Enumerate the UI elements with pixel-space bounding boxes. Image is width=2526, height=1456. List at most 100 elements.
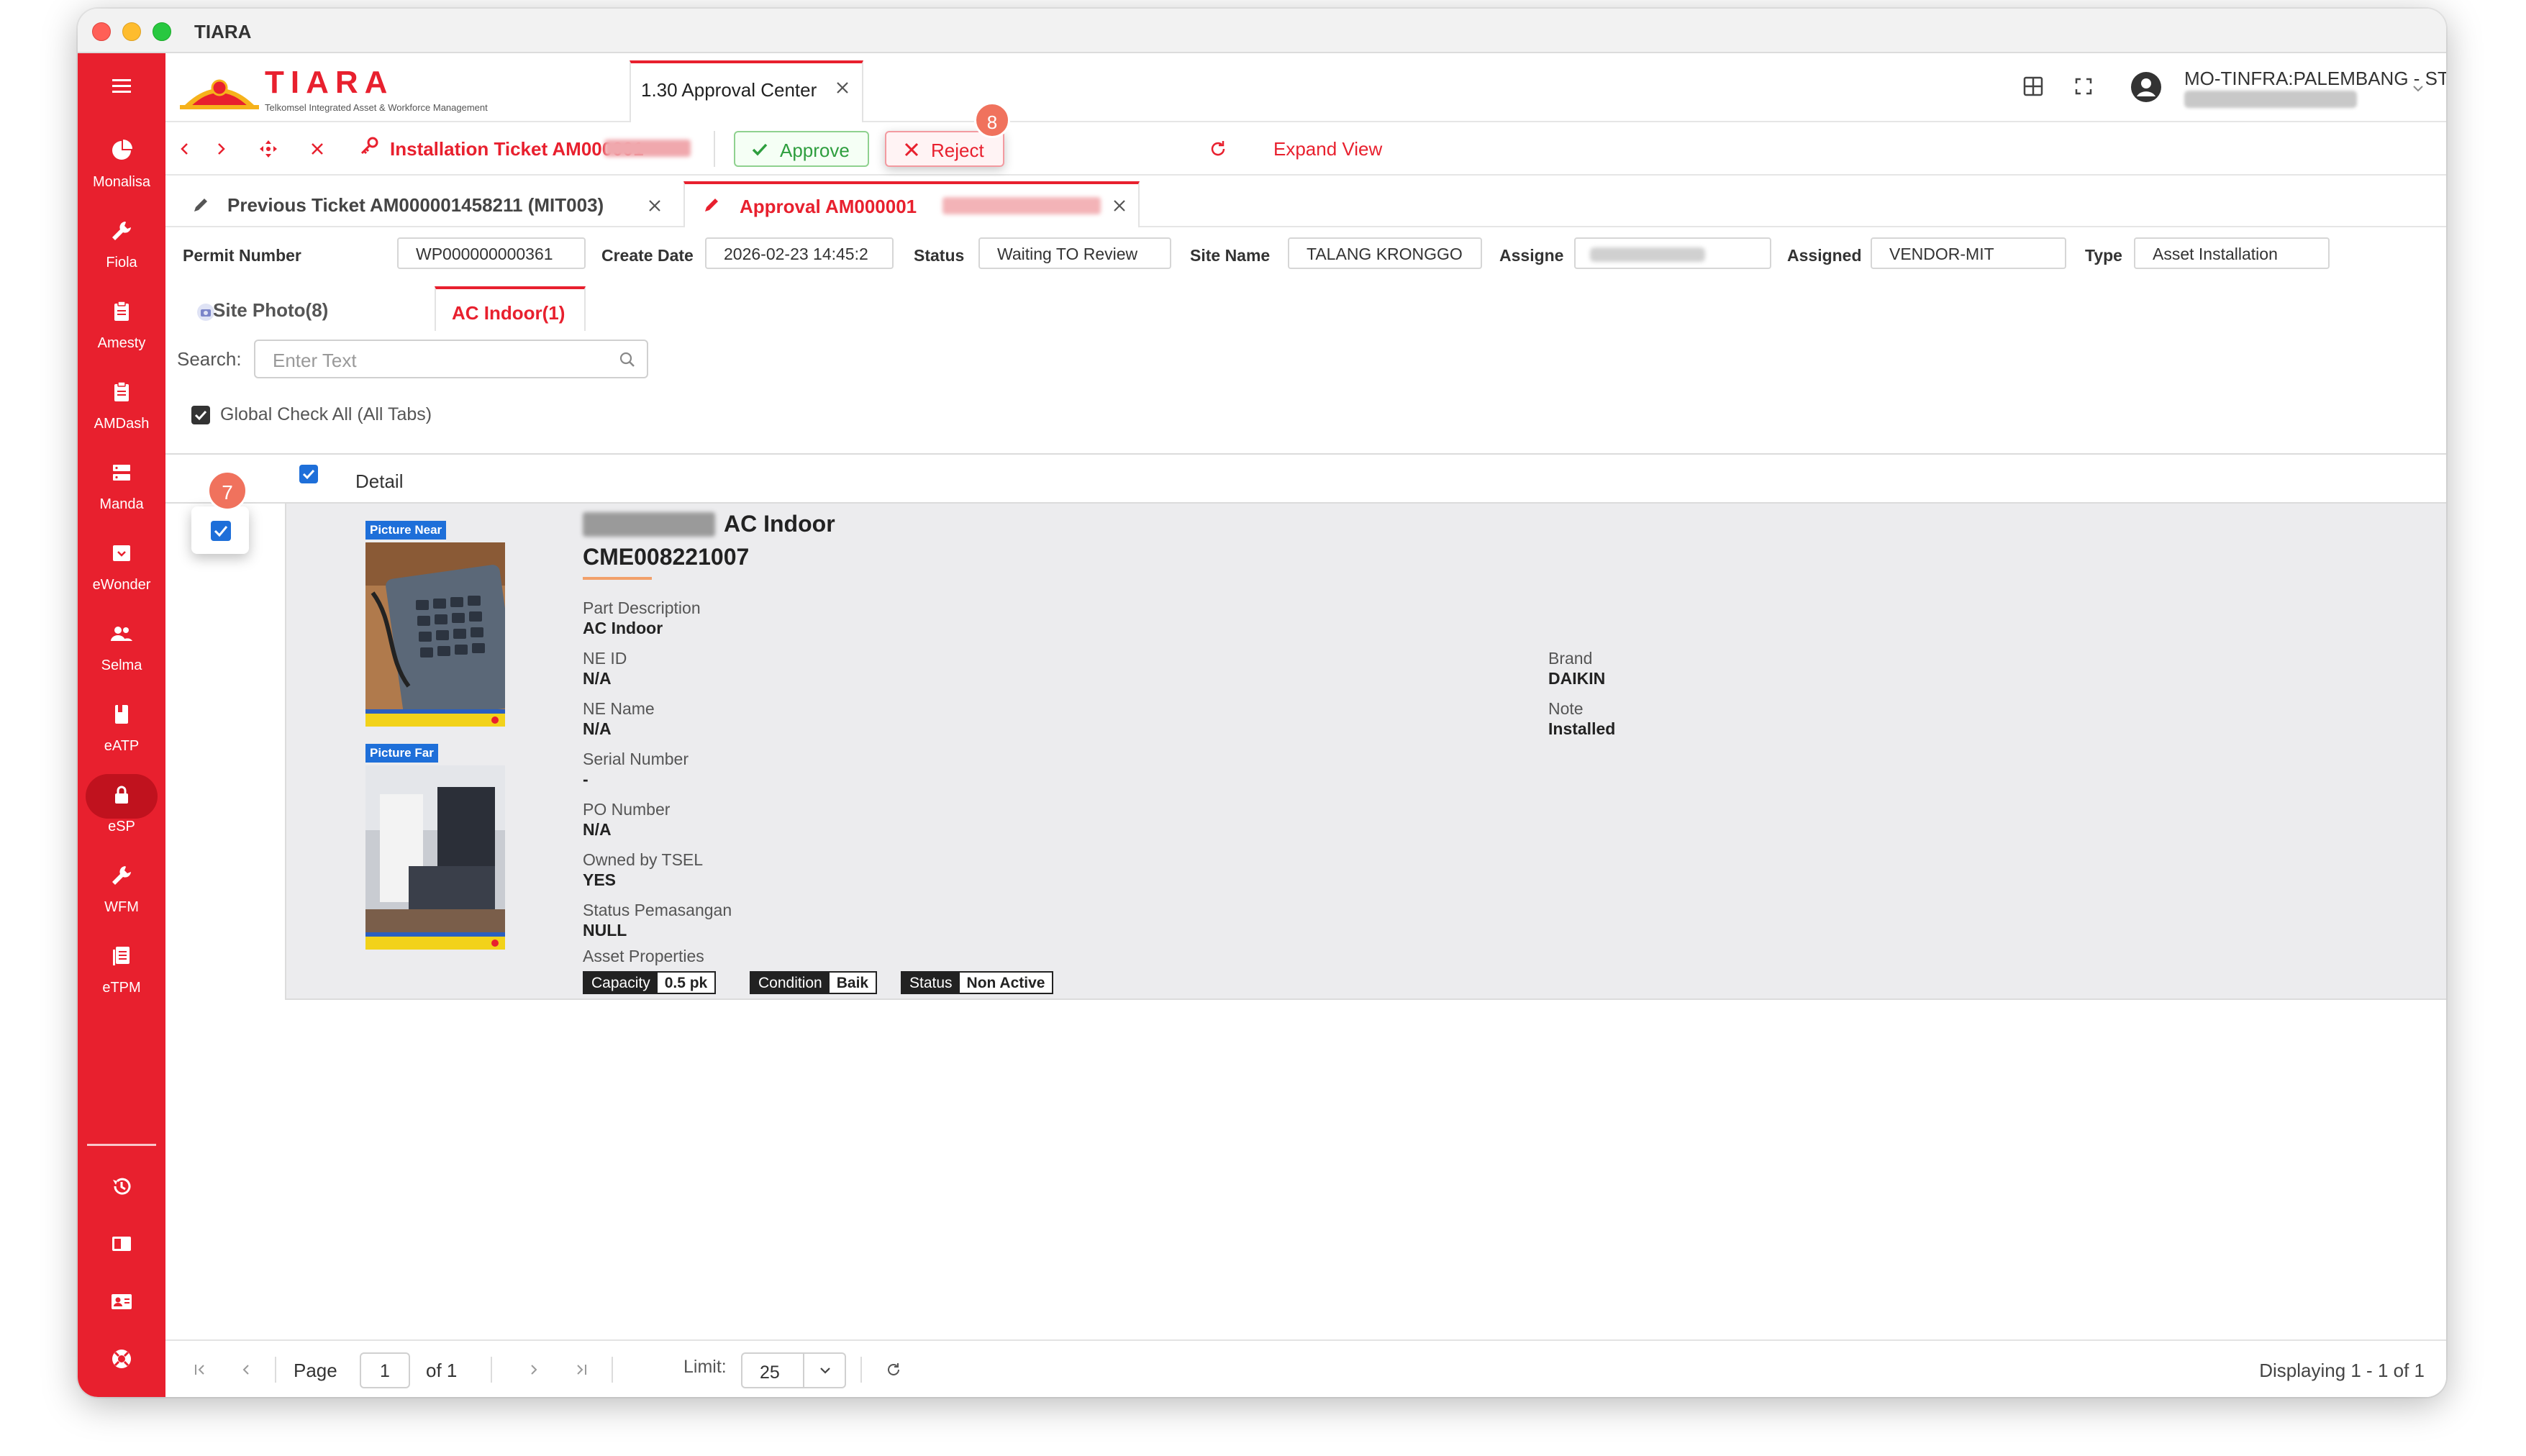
pagination-divider [612,1357,613,1383]
approve-button[interactable]: Approve [734,131,869,167]
sidebar-item-esp[interactable]: eSP [78,783,165,835]
permit-number-field[interactable]: WP000000000361 [397,237,586,269]
sidebar-contacts-button[interactable] [78,1289,165,1314]
picture-near-thumbnail[interactable] [365,542,505,727]
sidebar-item-fiola[interactable]: Fiola [78,219,165,271]
sidebar-item-label: Manda [99,496,144,512]
global-check-all-label: Global Check All (All Tabs) [220,404,432,424]
first-page-icon[interactable] [191,1361,209,1378]
displaying-count: Displaying 1 - 1 of 1 [2259,1360,2425,1381]
search-icon[interactable] [617,350,637,370]
sidebar-item-amesty[interactable]: Amesty [78,299,165,352]
tab-label: Site Photo(8) [213,299,329,321]
user-role-label[interactable]: MO-TINFRA:PALEMBANG - STAFF [2184,68,2446,90]
asset-tabs: Site Photo(8) AC Indoor(1) [165,281,2446,331]
close-icon[interactable] [834,79,851,96]
refresh-icon[interactable] [885,1361,902,1378]
sidebar-help-button[interactable] [78,1347,165,1371]
next-page-icon[interactable] [525,1361,542,1378]
row-select-checkbox[interactable] [211,521,231,541]
window-minimize-button[interactable] [122,22,141,41]
tab-label: 1.30 Approval Center [641,79,817,101]
window-close-button[interactable] [92,22,111,41]
window-maximize-button[interactable] [153,22,171,41]
grid-view-icon[interactable] [2022,75,2045,98]
part-description-label: Part Description [583,599,701,617]
close-icon[interactable] [646,197,663,214]
sidebar-item-label: Fiola [106,255,137,270]
chevron-down-icon[interactable] [2410,81,2426,96]
toolbar-divider [714,131,715,167]
sidebar-item-selma[interactable]: Selma [78,622,165,674]
previous-page-icon[interactable] [237,1361,255,1378]
site-name-field[interactable]: TALANG KRONGGO [1288,237,1482,269]
sidebar-layout-button[interactable] [78,1232,165,1256]
picture-far-thumbnail[interactable] [365,765,505,950]
page-number-input[interactable]: 1 [360,1352,410,1388]
close-icon[interactable] [306,138,328,160]
check-icon [214,526,228,537]
close-icon[interactable] [1111,197,1128,214]
chevron-left-icon[interactable] [174,138,196,160]
layout-icon [112,1237,131,1251]
last-page-icon[interactable] [573,1361,590,1378]
sidebar-item-label: Amesty [97,335,146,351]
check-icon [752,143,768,156]
history-icon [113,1178,131,1195]
owned-by-tsel-label: Owned by TSEL [583,850,704,869]
sidebar-history-button[interactable] [78,1174,165,1198]
ne-name-label: NE Name [583,699,655,718]
app-header: TIARA Telkomsel Integrated Asset & Workf… [165,53,2446,122]
refresh-icon[interactable] [1207,138,1229,160]
move-arrows-icon[interactable] [258,138,279,160]
search-input[interactable]: Enter Text [254,340,648,378]
sidebar-item-etpm[interactable]: eTPM [78,944,165,996]
sidebar: Monalisa Fiola Amesty AMDash Manda eWond… [78,53,165,1397]
header-select-all-checkbox[interactable] [299,465,318,483]
sidebar-item-ewonder[interactable]: eWonder [78,541,165,593]
assigned-field[interactable]: VENDOR-MIT [1871,237,2066,269]
type-field[interactable]: Asset Installation [2134,237,2330,269]
hamburger-menu-icon [112,79,131,93]
global-check-all-checkbox[interactable] [191,406,210,424]
key-icon [360,137,378,155]
sidebar-item-eatp[interactable]: eATP [78,702,165,755]
sidebar-item-monalisa[interactable]: Monalisa [78,138,165,191]
chevron-right-icon[interactable] [210,138,232,160]
grid-header: Detail [165,453,2446,504]
page-total-label: of 1 [426,1360,458,1381]
sidebar-menu-toggle[interactable] [78,73,165,98]
wrench-icon [112,866,131,885]
ne-id-value: N/A [583,669,612,688]
tab-ac-indoor[interactable]: AC Indoor(1) [435,286,586,331]
ticket-toolbar: Installation Ticket AM000001 Approve Rej… [165,102,2446,176]
tab-site-photo[interactable]: Site Photo(8) [186,292,416,328]
pencil-icon [194,199,207,211]
ne-id-label: NE ID [583,649,627,668]
asset-property-key: Capacity [584,973,658,993]
fullscreen-icon[interactable] [2072,75,2095,98]
tab-approval[interactable]: Approval AM000001 [683,181,1140,227]
sidebar-item-manda[interactable]: Manda [78,460,165,513]
part-id-redacted [583,512,715,537]
pagination-divider [860,1357,862,1383]
status-field[interactable]: Waiting TO Review [978,237,1171,269]
row-checkbox-popup [191,506,249,554]
tab-previous-ticket[interactable]: Previous Ticket AM000001458211 (MIT003) [165,181,666,227]
row-number-column: 1 [165,504,286,1000]
app-logo[interactable]: TIARA Telkomsel Integrated Asset & Workf… [180,63,554,114]
sidebar-item-amdash[interactable]: AMDash [78,380,165,432]
limit-dropdown-button[interactable] [803,1354,845,1387]
picture-near-label: Picture Near [365,521,447,540]
user-avatar-icon[interactable] [2130,70,2163,104]
picture-far-label: Picture Far [365,744,438,763]
create-date-field[interactable]: 2026-02-23 14:45:2 [705,237,894,269]
status-pemasangan-value: NULL [583,921,627,939]
tab-approval-center[interactable]: 1.30 Approval Center [630,60,863,122]
assigne-field[interactable] [1574,237,1771,269]
expand-view-link[interactable]: Expand View [1273,138,1382,160]
wrench-icon [112,222,131,240]
logo-subtitle: Telkomsel Integrated Asset & Workforce M… [265,102,488,113]
sidebar-item-wfm[interactable]: WFM [78,863,165,916]
help-lifebuoy-icon [112,1350,131,1368]
